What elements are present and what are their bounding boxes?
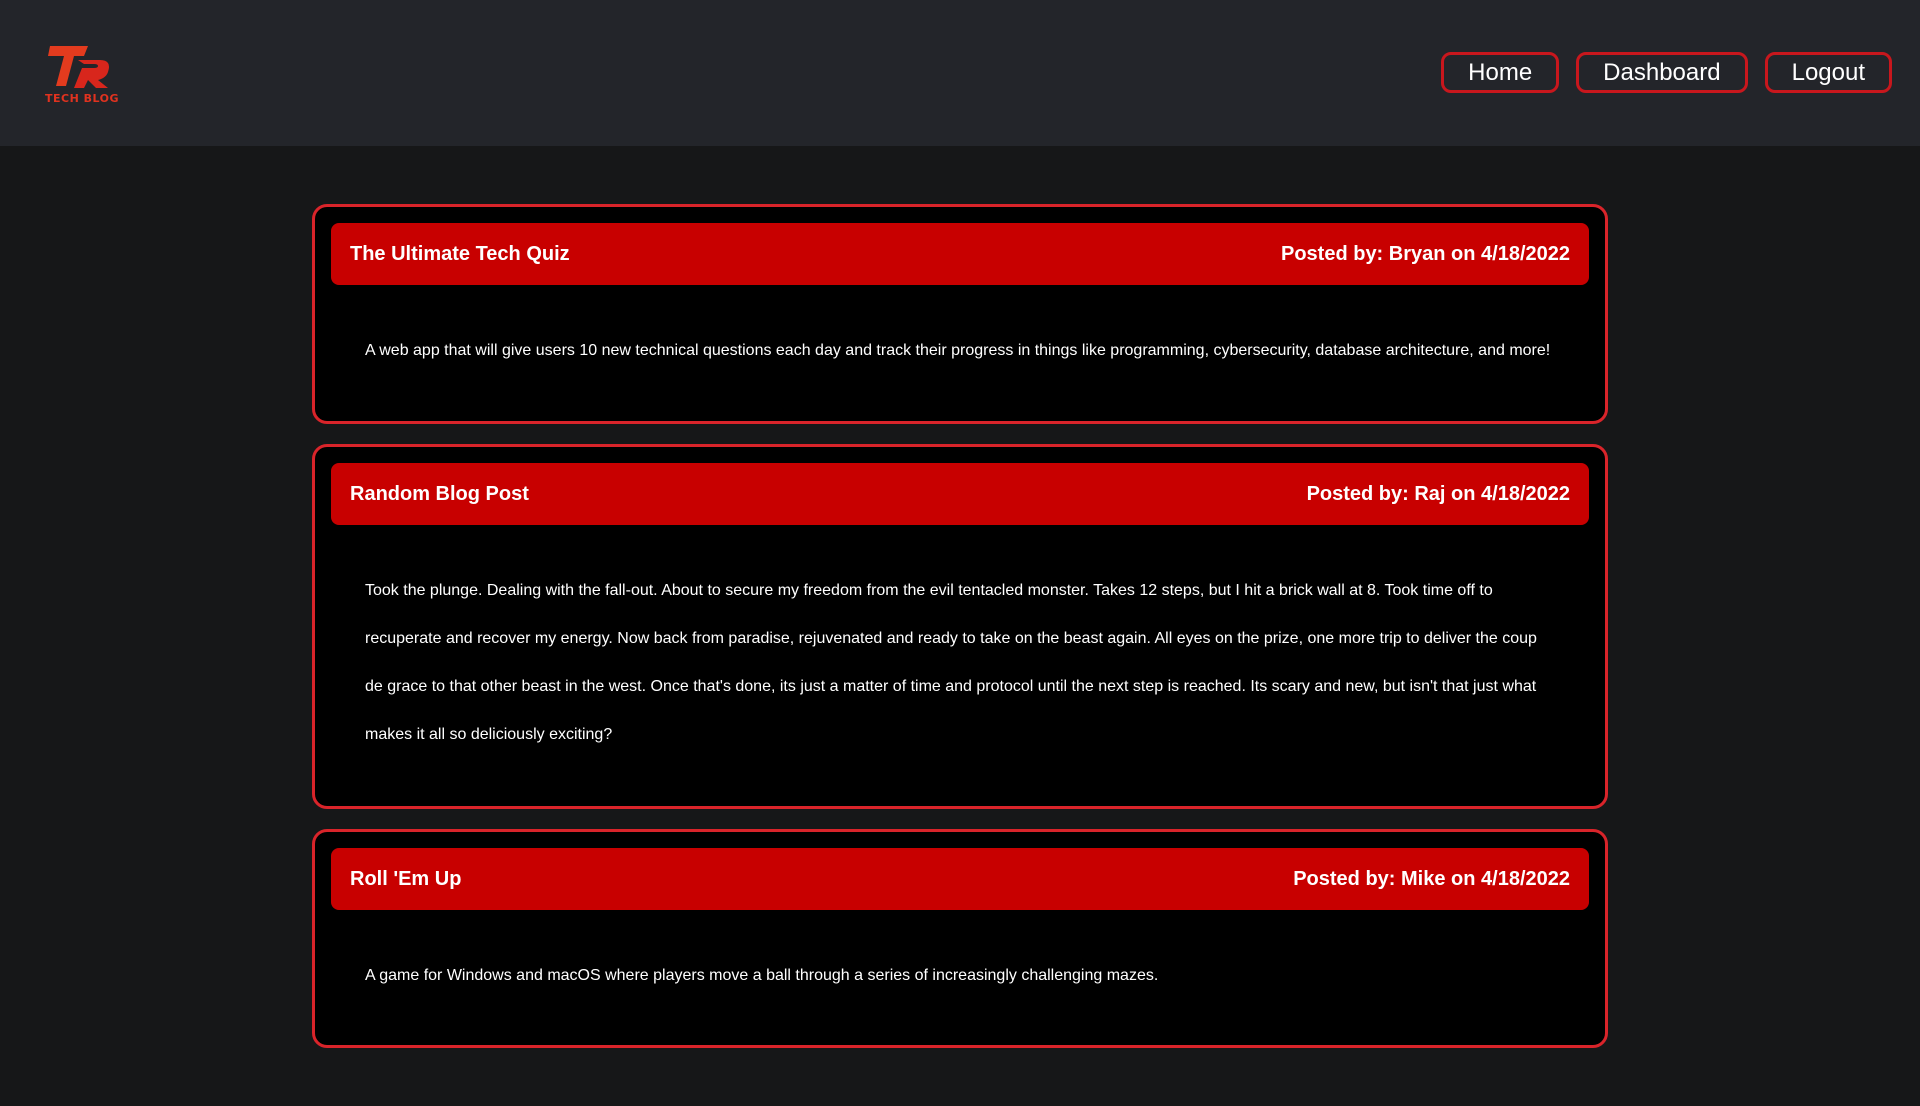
post-list: The Ultimate Tech Quiz Posted by: Bryan … [312, 204, 1608, 1068]
post-card[interactable]: Roll 'Em Up Posted by: Mike on 4/18/2022… [312, 829, 1608, 1048]
post-body: A web app that will give users 10 new te… [365, 342, 1551, 359]
post-header[interactable]: The Ultimate Tech Quiz Posted by: Bryan … [331, 223, 1589, 285]
post-card[interactable]: The Ultimate Tech Quiz Posted by: Bryan … [312, 204, 1608, 424]
dashboard-button[interactable]: Dashboard [1576, 52, 1748, 93]
post-card[interactable]: Random Blog Post Posted by: Raj on 4/18/… [312, 444, 1608, 809]
post-meta: Posted by: Bryan on 4/18/2022 [1280, 242, 1570, 265]
logo-icon [48, 46, 109, 88]
post-header[interactable]: Roll 'Em Up Posted by: Mike on 4/18/2022 [331, 848, 1589, 910]
post-body: Took the plunge. Dealing with the fall-o… [365, 582, 1537, 743]
post-body: A game for Windows and macOS where playe… [365, 967, 1159, 984]
post-title: The Ultimate Tech Quiz [350, 242, 570, 265]
post-header[interactable]: Random Blog Post Posted by: Raj on 4/18/… [331, 463, 1589, 525]
main-nav: Home Dashboard Logout [1441, 52, 1892, 93]
post-meta: Posted by: Raj on 4/18/2022 [1306, 482, 1570, 505]
post-title: Roll 'Em Up [350, 867, 462, 890]
post-title: Random Blog Post [350, 482, 529, 505]
logo-text: TECH BLOG [44, 92, 119, 105]
top-navbar: TECH BLOG Home Dashboard Logout [0, 0, 1920, 146]
home-button[interactable]: Home [1441, 52, 1560, 93]
post-meta: Posted by: Mike on 4/18/2022 [1293, 867, 1570, 890]
logout-button[interactable]: Logout [1764, 52, 1892, 93]
tech-blog-logo[interactable]: TECH BLOG [42, 42, 122, 108]
